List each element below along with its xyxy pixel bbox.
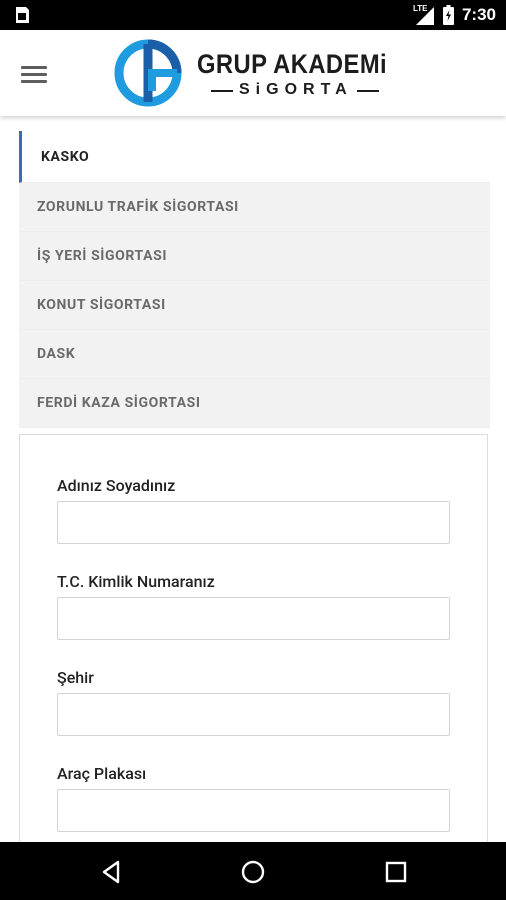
main-content: KASKO ZORUNLU TRAFİK SİGORTASI İŞ YERİ S… bbox=[0, 116, 506, 842]
plate-input[interactable] bbox=[57, 789, 450, 832]
tab-konut[interactable]: KONUT SİGORTASI bbox=[19, 281, 490, 330]
brand-logo[interactable]: GRUP AKADEMi SiGORTA bbox=[113, 38, 403, 108]
quote-form: Adınız Soyadınız T.C. Kimlik Numaranız Ş… bbox=[19, 434, 488, 842]
tab-label: İŞ YERİ SİGORTASI bbox=[37, 248, 168, 264]
tc-id-label: T.C. Kimlik Numaranız bbox=[57, 572, 215, 591]
status-bar: LTE 7:30 bbox=[0, 0, 506, 30]
hamburger-menu-icon[interactable] bbox=[21, 66, 47, 84]
logo-subtitle-text: SiGORTA bbox=[239, 81, 353, 98]
tab-zorunlu-trafik[interactable]: ZORUNLU TRAFİK SİGORTASI bbox=[19, 183, 490, 232]
tab-label: KASKO bbox=[41, 148, 90, 165]
app-header: GRUP AKADEMi SiGORTA bbox=[0, 30, 506, 116]
tab-label: KONUT SİGORTASI bbox=[37, 297, 166, 313]
city-label: Şehir bbox=[57, 668, 94, 687]
city-input[interactable] bbox=[57, 693, 450, 736]
back-icon[interactable] bbox=[98, 858, 126, 886]
signal-icon: LTE bbox=[413, 4, 435, 26]
tab-dask[interactable]: DASK bbox=[19, 330, 490, 379]
tab-ferdi-kaza[interactable]: FERDİ KAZA SİGORTASI bbox=[19, 379, 490, 428]
status-time: 7:30 bbox=[461, 5, 496, 24]
recents-icon[interactable] bbox=[382, 858, 410, 886]
tab-is-yeri[interactable]: İŞ YERİ SİGORTASI bbox=[19, 232, 490, 281]
logo-mark-icon bbox=[114, 39, 182, 107]
tc-id-input[interactable] bbox=[57, 597, 450, 640]
battery-icon bbox=[442, 5, 454, 25]
tab-kasko[interactable]: KASKO bbox=[19, 131, 490, 183]
name-input[interactable] bbox=[57, 501, 450, 544]
system-nav-bar bbox=[0, 842, 506, 900]
tab-label: DASK bbox=[37, 346, 76, 362]
home-icon[interactable] bbox=[239, 858, 267, 886]
logo-title: GRUP AKADEMi bbox=[197, 49, 388, 79]
tab-label: FERDİ KAZA SİGORTASI bbox=[37, 395, 201, 411]
logo-subtitle: SiGORTA bbox=[211, 81, 379, 101]
name-label: Adınız Soyadınız bbox=[57, 476, 176, 495]
tab-label: ZORUNLU TRAFİK SİGORTASI bbox=[37, 199, 239, 215]
insurance-tabs: KASKO ZORUNLU TRAFİK SİGORTASI İŞ YERİ S… bbox=[19, 131, 490, 428]
plate-label: Araç Plakası bbox=[57, 764, 147, 783]
sim-card-icon bbox=[16, 7, 29, 23]
